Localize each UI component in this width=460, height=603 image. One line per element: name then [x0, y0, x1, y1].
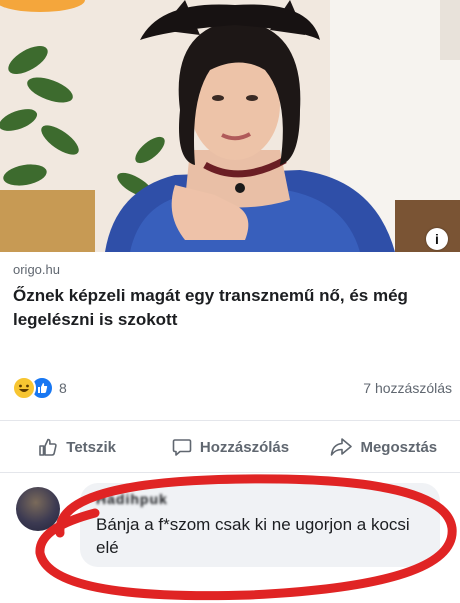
- comment-author[interactable]: Hadihpuk: [96, 491, 168, 507]
- comment-bubble[interactable]: Hadihpuk Bánja a f*szom csak ki ne ugorj…: [80, 483, 440, 567]
- reactions-summary: 8 7 hozzászólás: [0, 348, 460, 420]
- like-button-label: Tetszik: [66, 438, 117, 456]
- comment-button-label: Hozzászólás: [199, 438, 290, 456]
- post-photo-illustration: [0, 0, 460, 252]
- comment-button[interactable]: Hozzászólás: [153, 421, 306, 473]
- post-image[interactable]: i: [0, 0, 460, 252]
- share-arrow-icon: [331, 438, 353, 456]
- share-button-label: Megosztás: [360, 438, 438, 456]
- link-preview[interactable]: origo.hu Őznek képzeli magát egy transzn…: [0, 252, 460, 349]
- reaction-icons[interactable]: 8: [12, 376, 67, 400]
- haha-icon: [12, 376, 36, 400]
- thumbs-up-icon: [39, 438, 57, 456]
- comment-text: Bánja a f*szom csak ki ne ugorjon a kocs…: [96, 515, 410, 557]
- like-button[interactable]: Tetszik: [0, 421, 153, 473]
- comment-icon: [172, 439, 192, 456]
- comment-section: Hadihpuk Bánja a f*szom csak ki ne ugorj…: [0, 472, 460, 603]
- comment-count[interactable]: 7 hozzászólás: [363, 380, 452, 396]
- avatar[interactable]: [16, 487, 60, 531]
- link-headline[interactable]: Őznek képzeli magát egy transznemű nő, é…: [13, 284, 453, 332]
- link-source: origo.hu: [13, 262, 60, 277]
- info-icon[interactable]: i: [426, 228, 448, 250]
- share-button[interactable]: Megosztás: [307, 421, 460, 473]
- reaction-count: 8: [59, 380, 67, 396]
- action-bar: Tetszik Hozzászólás Megosztás: [0, 420, 460, 473]
